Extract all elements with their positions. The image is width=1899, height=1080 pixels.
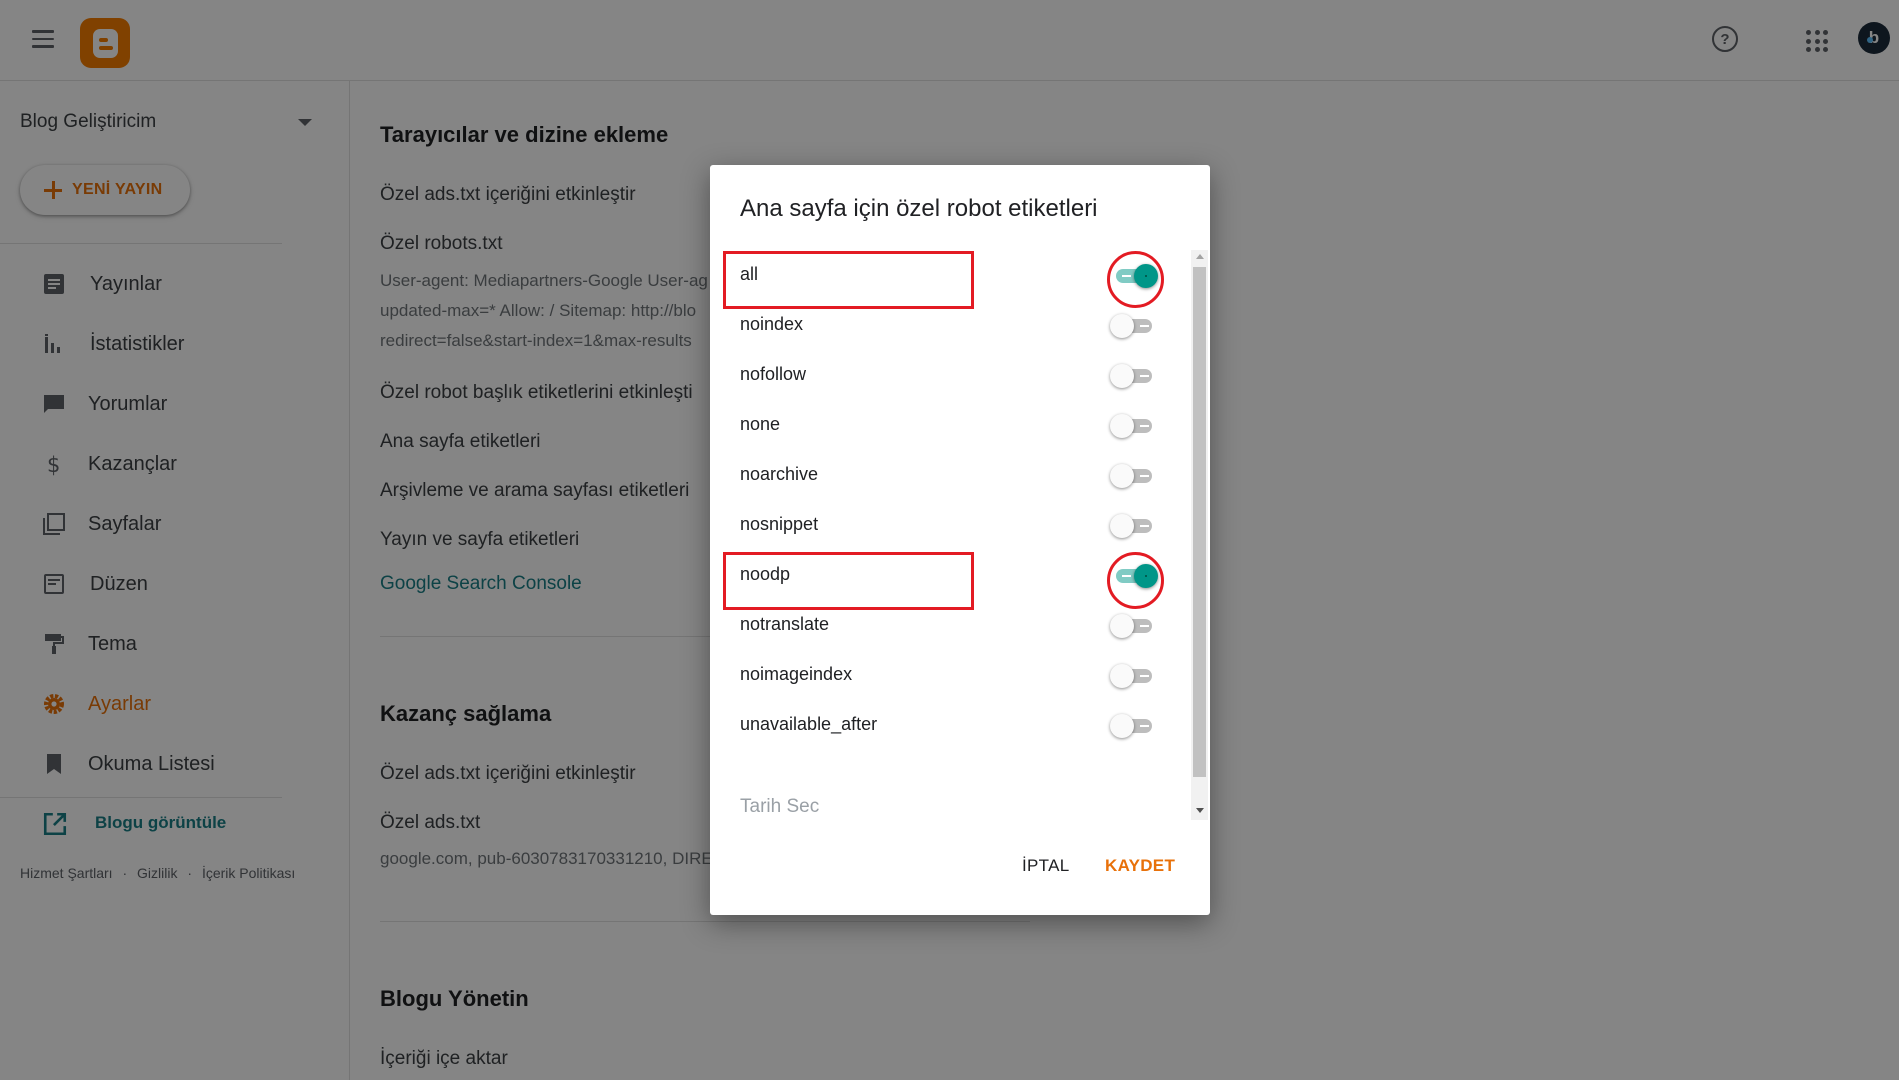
toggle-switch-none[interactable]: [1110, 412, 1158, 438]
robot-tags-list: all noindex nofollow none noarchive nosn…: [710, 250, 1210, 810]
highlight-circle-noodp-toggle: [1107, 552, 1164, 609]
dialog-scrollbar[interactable]: [1191, 250, 1208, 820]
robot-tag-option-nosnippet: nosnippet: [710, 500, 1190, 550]
save-button[interactable]: KAYDET: [1105, 856, 1175, 876]
toggle-switch-noimageindex[interactable]: [1110, 662, 1158, 688]
robot-tag-option-noarchive: noarchive: [710, 450, 1190, 500]
highlight-box-noodp: [723, 552, 974, 610]
cancel-button[interactable]: İPTAL: [1022, 856, 1069, 876]
robot-tag-label: notranslate: [740, 614, 830, 634]
dialog-title: Ana sayfa için özel robot etiketleri: [740, 195, 1098, 222]
highlight-box-all: [723, 251, 974, 309]
robot-tag-label: noimageindex: [740, 664, 853, 684]
robot-tag-option-none: none: [710, 400, 1190, 450]
toggle-switch-noindex[interactable]: [1110, 312, 1158, 338]
highlight-circle-all-toggle: [1107, 251, 1164, 308]
robot-tag-label: noindex: [740, 314, 804, 334]
scroll-down-arrow-icon[interactable]: [1196, 808, 1204, 813]
robot-tags-dialog: Ana sayfa için özel robot etiketleri all…: [710, 165, 1210, 915]
robot-tag-label: nosnippet: [740, 514, 819, 534]
toggle-switch-nofollow[interactable]: [1110, 362, 1158, 388]
robot-tag-label: unavailable_after: [740, 714, 878, 734]
scrollbar-thumb[interactable]: [1193, 267, 1206, 777]
robot-tag-label: nofollow: [740, 364, 807, 384]
toggle-switch-nosnippet[interactable]: [1110, 512, 1158, 538]
robot-tag-label: noarchive: [740, 464, 819, 484]
robot-tag-option-noimageindex: noimageindex: [710, 650, 1190, 700]
scroll-up-arrow-icon[interactable]: [1196, 254, 1204, 259]
toggle-switch-notranslate[interactable]: [1110, 612, 1158, 638]
robot-tag-option-nofollow: nofollow: [710, 350, 1190, 400]
date-picker-field[interactable]: Tarih Sec: [740, 796, 819, 818]
toggle-switch-unavailable-after[interactable]: [1110, 712, 1158, 738]
robot-tag-option-unavailable-after: unavailable_after: [710, 700, 1190, 750]
robot-tag-label: none: [740, 414, 781, 434]
toggle-switch-noarchive[interactable]: [1110, 462, 1158, 488]
